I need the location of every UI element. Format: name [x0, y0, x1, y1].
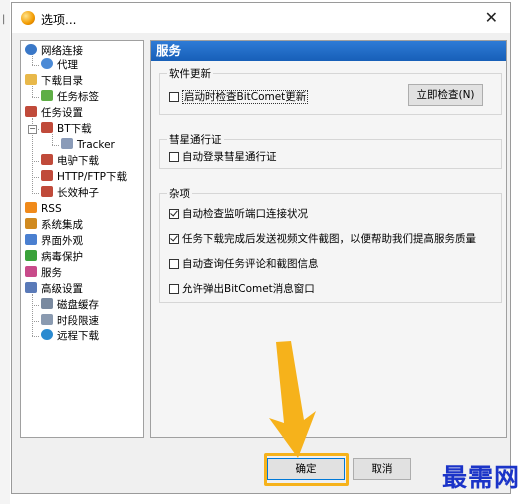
checkbox[interactable]: [169, 209, 179, 219]
misc-option-send-screenshot[interactable]: 任务下载完成后发送视频文件截图，以便帮助我们提高服务质量: [169, 232, 476, 246]
tree-item-advanced[interactable]: 高级设置: [25, 282, 83, 296]
tree-item-rss[interactable]: RSS: [25, 202, 62, 216]
bt-icon: [41, 122, 53, 133]
panel-header: 服务: [151, 41, 506, 61]
comet-pass-group: 彗星通行证 自动登录彗星通行证: [159, 132, 502, 169]
globe-small-icon: [41, 58, 53, 69]
group-label: 软件更新: [167, 66, 213, 81]
background-glyph: |: [2, 14, 6, 25]
tree-item-service[interactable]: 服务: [25, 266, 62, 280]
auto-login-pass[interactable]: 自动登录彗星通行证: [169, 150, 277, 164]
folder-icon: [25, 74, 37, 85]
service-icon: [25, 266, 37, 277]
task-icon: [25, 106, 37, 117]
checkbox[interactable]: [169, 152, 179, 162]
misc-option-message-window[interactable]: 允许弹出BitComet消息窗口: [169, 282, 315, 296]
tree-item-appearance[interactable]: 界面外观: [25, 234, 83, 248]
system-icon: [25, 218, 37, 229]
tree-item-task-tags[interactable]: 任务标签: [41, 90, 99, 104]
tree-item-disk-cache[interactable]: 磁盘缓存: [41, 298, 99, 312]
seed-icon: [41, 186, 53, 197]
watermark-logo: 最需网: [441, 463, 520, 492]
emule-icon: [41, 154, 53, 165]
tree-line: [32, 97, 39, 98]
tree-line: [32, 161, 39, 162]
http-icon: [41, 170, 53, 181]
checkbox[interactable]: [169, 234, 179, 244]
tree-line: [32, 305, 39, 306]
globe-icon: [25, 44, 37, 55]
background-window-edge: |: [0, 0, 10, 504]
disk-icon: [41, 298, 53, 309]
remote-icon: [41, 329, 53, 340]
tracker-icon: [61, 138, 73, 149]
shield-icon: [25, 250, 37, 261]
clock-icon: [41, 314, 53, 325]
tag-icon: [41, 90, 53, 101]
tree-item-long-seed[interactable]: 长效种子: [41, 186, 99, 200]
tree-item-task-settings[interactable]: 任务设置: [25, 106, 83, 120]
window-title: 选项...: [41, 13, 77, 27]
misc-option-query-comments[interactable]: 自动查询任务评论和截图信息: [169, 257, 319, 271]
check-now-button[interactable]: 立即检查(N): [408, 84, 483, 106]
check-update-on-start[interactable]: 启动时检查BitComet更新: [169, 90, 309, 104]
tree-item-tracker[interactable]: Tracker: [61, 138, 115, 152]
tree-line: [32, 177, 39, 178]
tree-item-download-dir[interactable]: 下载目录: [25, 74, 83, 88]
tree-item-remote[interactable]: 远程下载: [41, 329, 99, 343]
settings-panel: 服务 软件更新 启动时检查BitComet更新 立即检查(N) 彗星通行证 自动…: [150, 40, 507, 438]
app-icon: [21, 11, 35, 25]
close-icon[interactable]: ✕: [485, 8, 498, 27]
group-label: 杂项: [167, 186, 192, 201]
tree-line: [32, 65, 39, 66]
tree-item-network[interactable]: 网络连接: [25, 44, 83, 58]
tree-item-emule[interactable]: 电驴下载: [41, 154, 99, 168]
misc-group: 杂项 自动检查监听端口连接状况 任务下载完成后发送视频文件截图，以便帮助我们提高…: [159, 186, 502, 303]
tree-line: [32, 321, 39, 322]
bt-expander[interactable]: −: [28, 125, 37, 134]
cancel-button[interactable]: 取消: [353, 458, 411, 480]
tree-item-proxy[interactable]: 代理: [41, 58, 78, 72]
tree-item-virus[interactable]: 病毒保护: [25, 250, 83, 264]
tree-line: [32, 294, 33, 336]
options-tree: − 网络连接 代理 下载目录 任务标签 任务设置 BT下载 Tracker 电驴…: [20, 40, 144, 438]
group-label: 彗星通行证: [167, 132, 224, 147]
advanced-icon: [25, 282, 37, 293]
checkbox[interactable]: [169, 259, 179, 269]
options-dialog: 选项... ✕ − 网络连接 代理 下载目录 任务标签 任务设置 BT下载 Tr…: [11, 2, 511, 494]
checkbox[interactable]: [169, 284, 179, 294]
tree-line: [52, 145, 59, 146]
appearance-icon: [25, 234, 37, 245]
titlebar: 选项... ✕: [12, 3, 510, 33]
rss-icon: [25, 202, 37, 213]
tree-line: [32, 193, 39, 194]
checkbox[interactable]: [169, 92, 179, 102]
tree-item-http-ftp[interactable]: HTTP/FTP下载: [41, 170, 127, 184]
tree-item-bt[interactable]: BT下载: [41, 122, 92, 136]
misc-option-port-check[interactable]: 自动检查监听端口连接状况: [169, 207, 308, 221]
tree-item-system[interactable]: 系统集成: [25, 218, 83, 232]
tree-item-speed-schedule[interactable]: 时段限速: [41, 314, 99, 328]
tree-line: [32, 336, 39, 337]
ok-button[interactable]: 确定: [267, 458, 345, 480]
